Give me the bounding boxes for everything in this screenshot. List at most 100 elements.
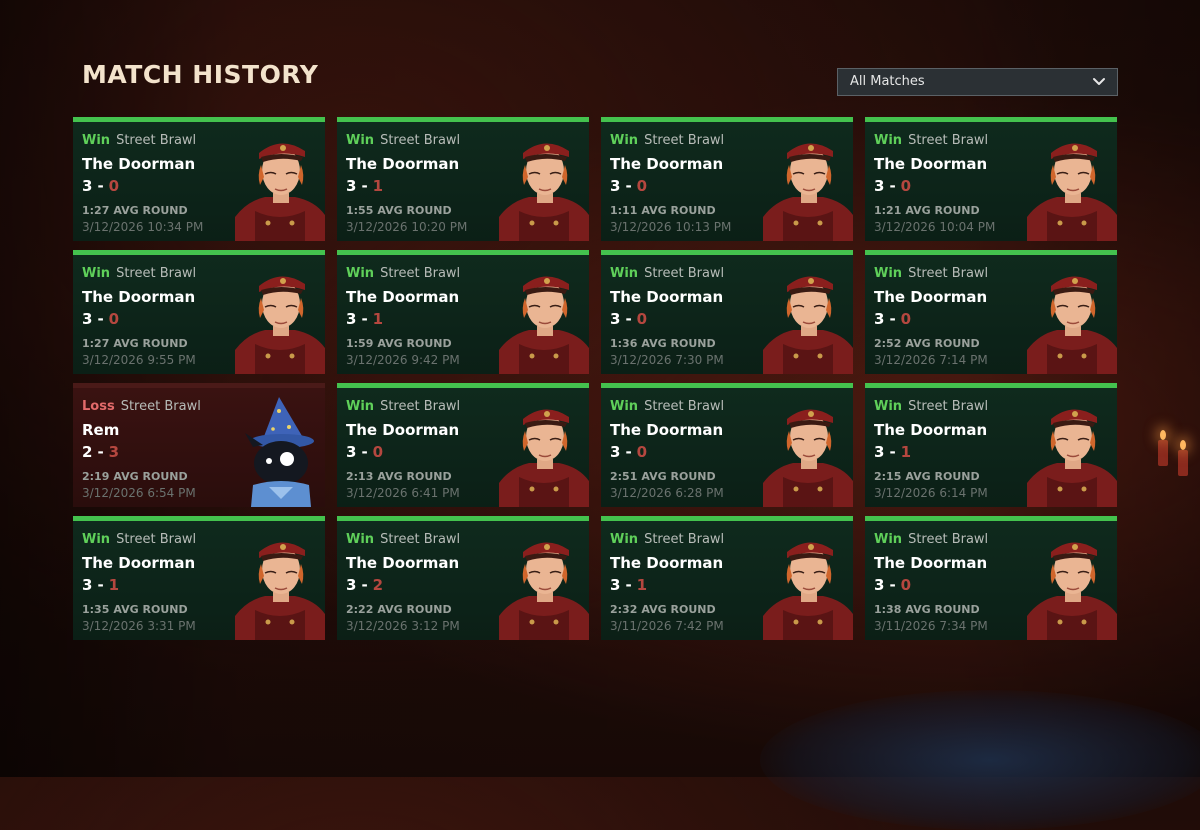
opponent-score: 1 [372, 177, 384, 195]
doorman-portrait [235, 276, 325, 374]
match-card[interactable]: Win Street Brawl The Doorman 3-0 2:52 AVG … [865, 250, 1117, 374]
opponent-score: 1 [372, 310, 384, 328]
match-score: 3-2 [346, 576, 384, 594]
match-card[interactable]: Win Street Brawl The Doorman 3-1 2:32 AVG … [601, 516, 853, 640]
match-mode: Street Brawl [380, 399, 461, 414]
match-card[interactable]: Win Street Brawl The Doorman 3-0 1:11 AVG … [601, 117, 853, 241]
doorman-portrait [235, 530, 325, 640]
avg-round: 1:36 AVG ROUND [610, 337, 770, 352]
match-result: Win [346, 532, 375, 547]
match-result: Win [82, 266, 111, 281]
avg-round-time: 1:21 [874, 204, 902, 217]
player-score: 3 [874, 443, 885, 461]
match-card[interactable]: Win Street Brawl The Doorman 3-2 2:22 AVG … [337, 516, 589, 640]
match-mode: Street Brawl [120, 399, 201, 414]
match-result: Loss [82, 399, 115, 414]
hero-name: The Doorman [346, 421, 460, 439]
match-info: Win Street Brawl The Doorman 3-0 1:27 AVG … [82, 266, 242, 367]
match-date: 3/12/2026 10:04 PM [874, 220, 996, 234]
avg-round-label: AVG ROUND [905, 470, 980, 483]
avg-round-time: 2:19 [82, 470, 110, 483]
opponent-score: 0 [372, 443, 384, 461]
opponent-score: 1 [636, 576, 648, 594]
avg-round: 1:27 AVG ROUND [82, 337, 242, 352]
avg-round: 2:32 AVG ROUND [610, 603, 770, 618]
match-card[interactable]: Win Street Brawl The Doorman 3-1 2:15 AVG … [865, 383, 1117, 507]
match-card[interactable]: Loss Street Brawl Rem 2-3 2:19 AVG ROUND 3… [73, 383, 325, 507]
hero-name: The Doorman [82, 155, 196, 173]
hero-name: The Doorman [610, 421, 724, 439]
match-score: 3-1 [610, 576, 648, 594]
match-mode: Street Brawl [908, 133, 989, 148]
avg-round-time: 1:35 [82, 603, 110, 616]
match-result: Win [874, 532, 903, 547]
match-mode: Street Brawl [908, 532, 989, 547]
match-card[interactable]: Win Street Brawl The Doorman 3-0 1:27 AVG … [73, 117, 325, 241]
avg-round-time: 2:13 [346, 470, 374, 483]
match-mode: Street Brawl [380, 133, 461, 148]
match-score: 3-1 [346, 177, 384, 195]
page-title: MATCH HISTORY [82, 60, 319, 89]
match-score: 3-0 [874, 576, 912, 594]
match-info: Win Street Brawl The Doorman 3-1 1:35 AVG … [82, 532, 242, 633]
opponent-score: 3 [108, 443, 120, 461]
match-filter-dropdown[interactable]: All Matches [837, 68, 1118, 96]
match-card[interactable]: Win Street Brawl The Doorman 3-0 1:36 AVG … [601, 250, 853, 374]
avg-round-label: AVG ROUND [377, 337, 452, 350]
match-score: 3-1 [82, 576, 120, 594]
doorman-portrait [499, 143, 589, 241]
avg-round: 1:59 AVG ROUND [346, 337, 506, 352]
match-score: 3-0 [82, 310, 120, 328]
avg-round-time: 1:11 [610, 204, 638, 217]
match-mode: Street Brawl [644, 399, 725, 414]
match-card[interactable]: Win Street Brawl The Doorman 3-0 1:27 AVG … [73, 250, 325, 374]
opponent-score: 2 [372, 576, 384, 594]
background-rug [760, 690, 1200, 830]
match-date: 3/12/2026 9:55 PM [82, 353, 196, 367]
chevron-down-icon [1093, 78, 1105, 85]
hero-name: The Doorman [82, 288, 196, 306]
match-card[interactable]: Win Street Brawl The Doorman 3-0 1:21 AVG … [865, 117, 1117, 241]
match-info: Win Street Brawl The Doorman 3-1 2:15 AVG … [874, 399, 1034, 500]
match-card[interactable]: Win Street Brawl The Doorman 3-0 2:13 AVG … [337, 383, 589, 507]
match-mode: Street Brawl [644, 133, 725, 148]
avg-round: 2:22 AVG ROUND [346, 603, 506, 618]
doorman-portrait [235, 131, 325, 241]
doorman-portrait [499, 409, 589, 507]
match-date: 3/11/2026 7:34 PM [874, 619, 988, 633]
opponent-score: 0 [900, 576, 912, 594]
doorman-portrait [763, 397, 853, 507]
opponent-score: 1 [108, 576, 120, 594]
avg-round-label: AVG ROUND [641, 337, 716, 350]
avg-round-label: AVG ROUND [377, 204, 452, 217]
hero-name: The Doorman [874, 288, 988, 306]
avg-round-label: AVG ROUND [113, 603, 188, 616]
avg-round-time: 2:22 [346, 603, 374, 616]
match-date: 3/12/2026 10:13 PM [610, 220, 732, 234]
match-card[interactable]: Win Street Brawl The Doorman 3-0 2:51 AVG … [601, 383, 853, 507]
match-mode: Street Brawl [644, 266, 725, 281]
player-score: 3 [610, 443, 621, 461]
match-date: 3/12/2026 9:42 PM [346, 353, 460, 367]
match-result: Win [610, 133, 639, 148]
match-card[interactable]: Win Street Brawl The Doorman 3-0 1:38 AVG … [865, 516, 1117, 640]
player-score: 3 [874, 576, 885, 594]
match-date: 3/12/2026 10:20 PM [346, 220, 468, 234]
match-card[interactable]: Win Street Brawl The Doorman 3-1 1:35 AVG … [73, 516, 325, 640]
avg-round: 2:51 AVG ROUND [610, 470, 770, 485]
match-result: Win [874, 266, 903, 281]
avg-round-label: AVG ROUND [113, 337, 188, 350]
match-info: Win Street Brawl The Doorman 3-0 2:13 AVG … [346, 399, 506, 500]
match-card[interactable]: Win Street Brawl The Doorman 3-1 1:55 AVG … [337, 117, 589, 241]
match-result: Win [610, 266, 639, 281]
doorman-portrait [763, 143, 853, 241]
opponent-score: 0 [900, 310, 912, 328]
match-result: Win [346, 266, 375, 281]
match-card[interactable]: Win Street Brawl The Doorman 3-1 1:59 AVG … [337, 250, 589, 374]
avg-round-time: 1:55 [346, 204, 374, 217]
match-date: 3/12/2026 7:14 PM [874, 353, 988, 367]
match-result: Win [610, 399, 639, 414]
player-score: 2 [82, 443, 93, 461]
doorman-portrait [1027, 542, 1117, 640]
avg-round-time: 1:27 [82, 204, 110, 217]
